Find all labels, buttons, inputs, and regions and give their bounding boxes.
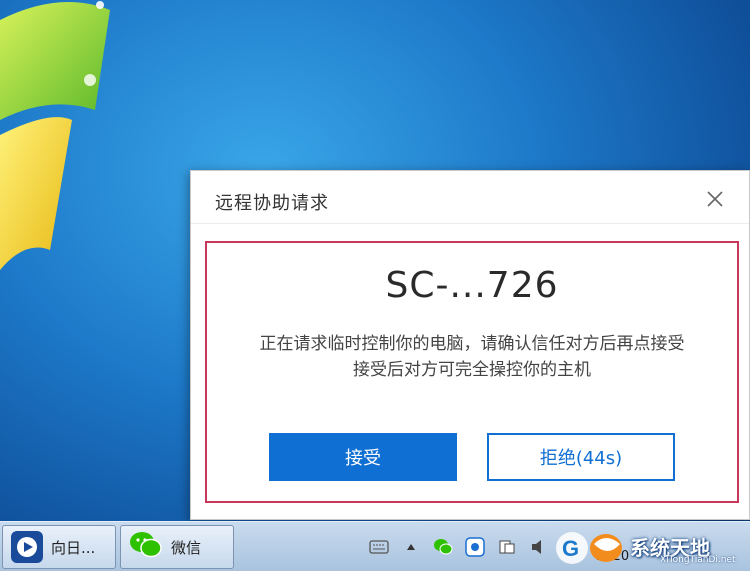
message-line-1: 正在请求临时控制你的电脑，请确认信任对方后再点接受 — [259, 334, 685, 354]
dialog-title: 远程协助请求 — [215, 193, 329, 214]
desktop-logo — [0, 1, 110, 270]
session-id: SC-...726 — [385, 265, 559, 306]
close-icon — [707, 191, 723, 207]
taskbar-item-sunlogin[interactable]: 向日... — [2, 525, 116, 569]
wechat-tray-icon[interactable] — [432, 536, 454, 558]
reject-button[interactable]: 拒绝(44s) — [487, 433, 675, 481]
taskbar-item-label: 微信 — [171, 538, 202, 557]
svg-text:G: G — [562, 536, 579, 561]
watermark-subtext: XiTongTianDi.net — [660, 555, 736, 565]
sunlogin-icon — [11, 531, 43, 563]
title-divider — [191, 223, 749, 224]
remote-assist-dialog: 远程协助请求 SC-...726 正在请求临时控制你的电脑，请确认信任对方后再点… — [190, 170, 750, 520]
keyboard-icon[interactable] — [368, 536, 390, 558]
watermark-logo-icon: G — [556, 532, 622, 564]
system-tray — [368, 532, 550, 562]
taskbar-item-label: 向日... — [51, 538, 96, 557]
message-line-2: 接受后对方可完全操控你的主机 — [353, 360, 591, 380]
taskbar-item-wechat[interactable]: 微信 — [120, 525, 234, 569]
chevron-up-icon[interactable] — [400, 536, 422, 558]
sunlogin-tray-icon[interactable] — [464, 536, 486, 558]
volume-icon[interactable] — [528, 536, 550, 558]
network-icon[interactable] — [496, 536, 518, 558]
close-button[interactable] — [699, 183, 731, 215]
request-message: 正在请求临时控制你的电脑，请确认信任对方后再点接受 接受后对方可完全操控你的主机 — [207, 331, 737, 383]
accept-button[interactable]: 接受 — [269, 433, 457, 481]
wechat-icon — [129, 530, 163, 564]
highlight-frame: SC-...726 正在请求临时控制你的电脑，请确认信任对方后再点接受 接受后对… — [205, 241, 739, 503]
